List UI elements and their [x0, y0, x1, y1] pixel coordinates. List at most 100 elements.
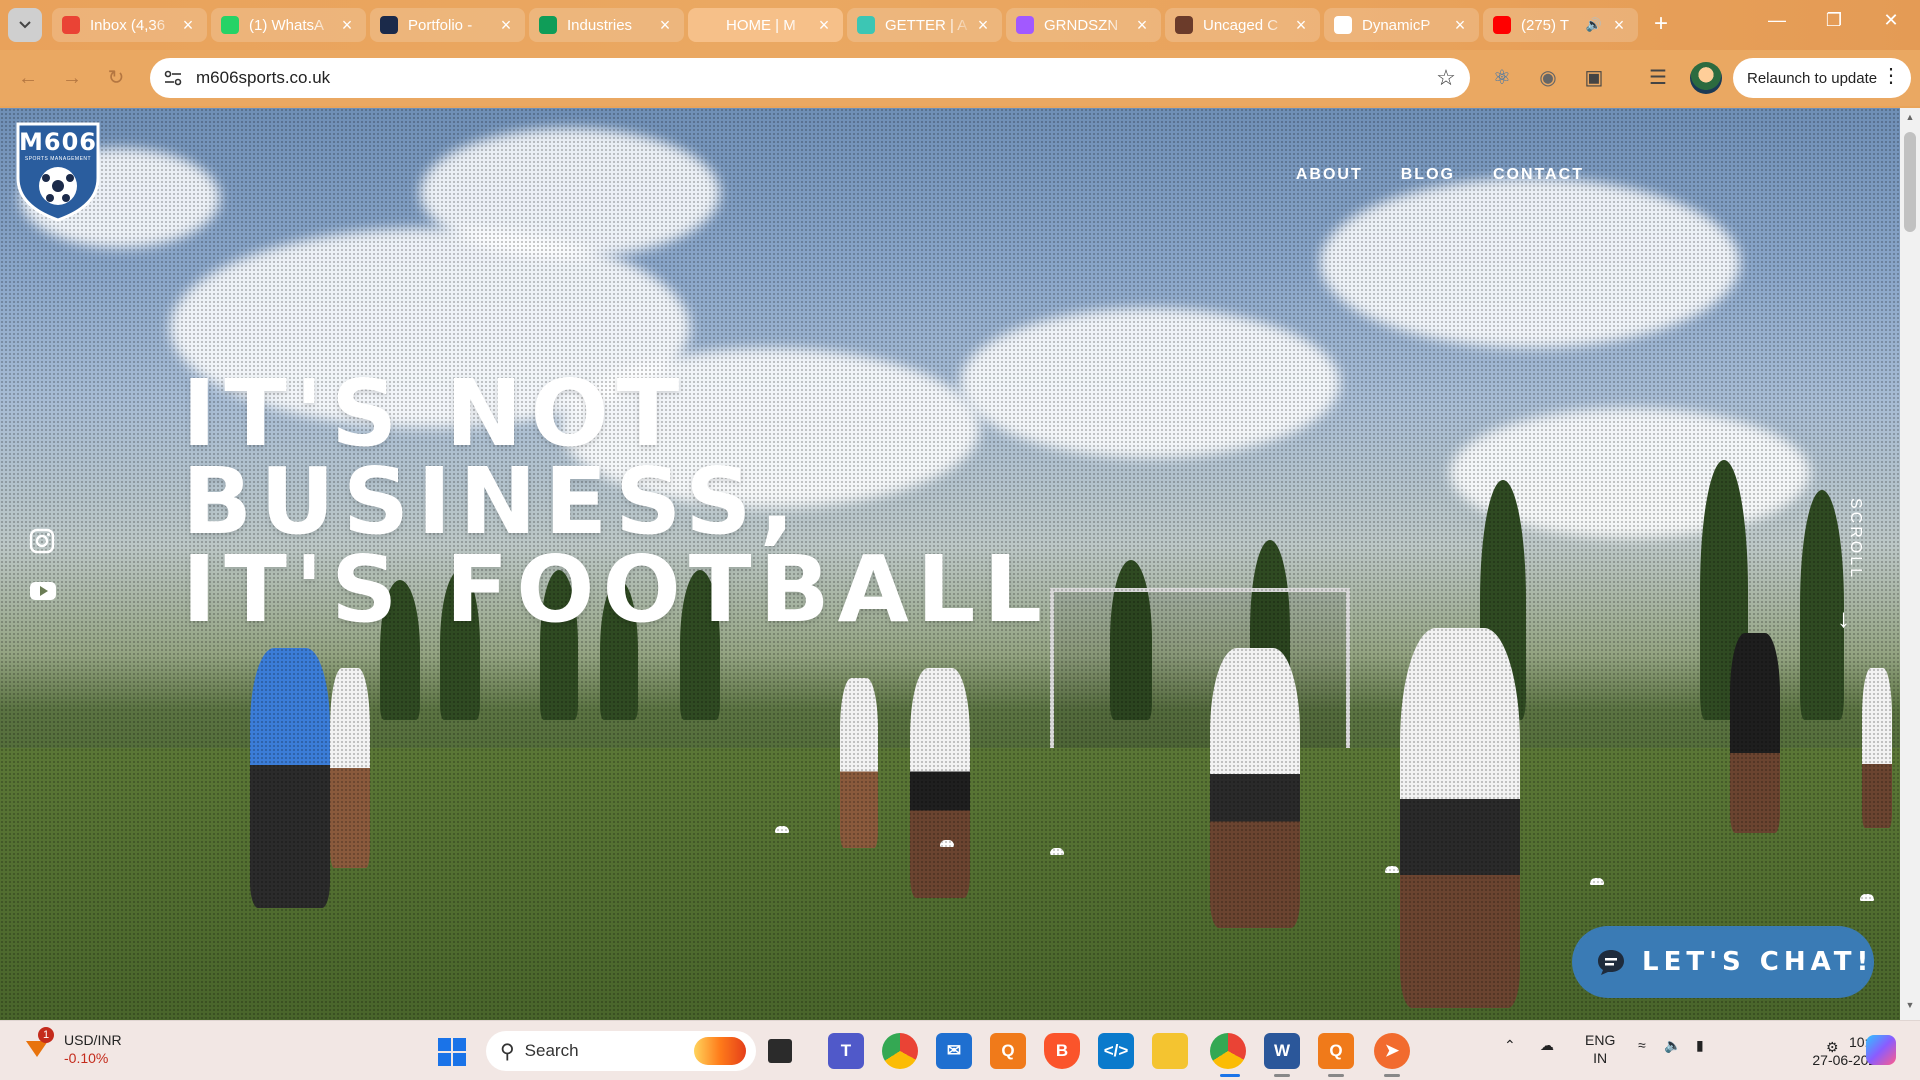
brave-icon[interactable]: B [1044, 1033, 1080, 1069]
browser-tab[interactable]: GRNDSZN × [1006, 8, 1161, 42]
tab-search-button[interactable] [8, 8, 42, 42]
nav-contact[interactable]: CONTACT [1493, 166, 1584, 184]
page-scrollbar[interactable]: ▲ ▼ [1900, 108, 1920, 1020]
nav-about[interactable]: ABOUT [1296, 166, 1363, 184]
tab-close-icon[interactable]: × [1610, 16, 1628, 34]
new-tab-button[interactable]: + [1648, 12, 1674, 38]
site-info-icon[interactable] [158, 63, 188, 93]
notification-bell-icon[interactable]: ⚙ [1826, 1039, 1839, 1056]
battery-icon[interactable]: ▮ [1696, 1037, 1704, 1054]
search-placeholder: Search [524, 1041, 579, 1060]
headline-line-3: IT'S FOOTBALL [182, 536, 1051, 643]
reload-button[interactable]: ↻ [102, 64, 130, 92]
nav-blog[interactable]: BLOG [1401, 166, 1455, 184]
volume-icon[interactable]: 🔈 [1664, 1037, 1681, 1054]
browser-tab-active[interactable]: HOME | M × [688, 8, 843, 42]
tab-close-icon[interactable]: × [1133, 16, 1151, 34]
browser-tab[interactable]: Industries × [529, 8, 684, 42]
taskbar-search[interactable]: ⚲ Search [486, 1031, 756, 1071]
language-indicator[interactable]: ENG IN [1585, 1031, 1615, 1067]
hero-headline: IT'S NOT BUSINESS, IT'S FOOTBALL [182, 360, 1051, 643]
tab-list: Inbox (4,36 × (1) WhatsA × Portfolio - × Indus… [52, 8, 1642, 42]
mail-icon[interactable]: ✉ [936, 1033, 972, 1069]
task-view-icon[interactable] [768, 1039, 792, 1063]
lets-chat-button[interactable]: LET'S CHAT! [1572, 926, 1874, 998]
tab-close-icon[interactable]: × [179, 16, 197, 34]
sheets-icon [539, 16, 557, 34]
wifi-icon[interactable]: ≈ [1638, 1037, 1646, 1053]
more-menu-icon[interactable]: ⋮ [1881, 66, 1901, 86]
running-indicator [1328, 1074, 1344, 1077]
language-code: ENG [1585, 1032, 1616, 1048]
browser-tab[interactable]: GETTER | A × [847, 8, 1002, 42]
bookmark-star-icon[interactable]: ☆ [1428, 60, 1464, 96]
teams-icon[interactable]: T [828, 1033, 864, 1069]
address-bar[interactable]: m606sports.co.uk ☆ [150, 58, 1470, 98]
tab-close-icon[interactable]: × [338, 16, 356, 34]
app-q-icon[interactable]: Q [990, 1033, 1026, 1069]
browser-tab[interactable]: Inbox (4,36 × [52, 8, 207, 42]
youtube-icon [1493, 16, 1511, 34]
chrome-active-icon[interactable] [1210, 1033, 1246, 1069]
profile-avatar[interactable] [1690, 62, 1722, 94]
tray-overflow-icon[interactable]: ⌃ [1504, 1037, 1516, 1054]
site-logo[interactable]: M606 SPORTS MANAGEMENT [14, 118, 102, 222]
instagram-icon[interactable] [29, 528, 55, 554]
copilot-icon[interactable] [1866, 1035, 1896, 1065]
arrow-down-icon[interactable]: ↓ [1837, 603, 1850, 634]
close-window-icon[interactable]: ✕ [1876, 10, 1906, 31]
logo-subtext: SPORTS MANAGEMENT [24, 156, 92, 162]
active-indicator [1220, 1074, 1240, 1077]
word-icon[interactable]: W [1264, 1033, 1300, 1069]
page-icon [698, 16, 716, 34]
tab-close-icon[interactable]: × [1451, 16, 1469, 34]
file-explorer-icon[interactable] [1152, 1033, 1188, 1069]
windows-start-icon[interactable] [438, 1038, 466, 1066]
browser-toolbar: ← → ↻ m606sports.co.uk ☆ ⚛ ◉ ▣ ☰ Relaunc… [0, 50, 1920, 106]
media-controls-icon[interactable]: ☰ [1644, 64, 1672, 92]
tab-close-icon[interactable]: × [497, 16, 515, 34]
scroll-label: SCROLL [1847, 498, 1864, 581]
browser-tab[interactable]: (275) T 🔊 × [1483, 8, 1638, 42]
minimize-icon[interactable]: — [1762, 10, 1792, 31]
tab-audio-icon[interactable]: 🔊 [1586, 17, 1602, 33]
tab-title: Industries [567, 16, 633, 34]
headline-line-2: BUSINESS, [182, 448, 803, 555]
scroll-down-icon[interactable]: ▼ [1900, 1000, 1920, 1016]
tab-title: GETTER | A [885, 16, 968, 34]
postman-icon[interactable]: ➤ [1374, 1033, 1410, 1069]
site-nav: ABOUT BLOG CONTACT [1296, 166, 1584, 184]
figma-icon [1016, 16, 1034, 34]
relaunch-button[interactable]: Relaunch to update ⋮ [1733, 58, 1911, 98]
relaunch-label: Relaunch to update [1747, 69, 1878, 87]
scrollbar-thumb[interactable] [1904, 132, 1916, 232]
tab-close-icon[interactable]: × [815, 16, 833, 34]
tab-close-icon[interactable]: × [1292, 16, 1310, 34]
weather-icon[interactable]: ☁ [1540, 1037, 1554, 1054]
scroll-up-icon[interactable]: ▲ [1900, 112, 1920, 128]
browser-tab[interactable]: Portfolio - × [370, 8, 525, 42]
browser-tab[interactable]: Uncaged C × [1165, 8, 1320, 42]
tab-close-icon[interactable]: × [974, 16, 992, 34]
react-devtools-icon[interactable]: ⚛ [1488, 64, 1516, 92]
browser-tab[interactable]: DynamicP × [1324, 8, 1479, 42]
region-code: IN [1593, 1050, 1608, 1066]
currency-widget[interactable]: 1 USD/INR -0.10% [20, 1027, 122, 1066]
chrome-icon[interactable] [882, 1033, 918, 1069]
whatsapp-icon [221, 16, 239, 34]
widget-change: -0.10% [64, 1050, 109, 1066]
app-q2-icon[interactable]: Q [1318, 1033, 1354, 1069]
extensions-puzzle-icon[interactable]: ▣ [1580, 64, 1608, 92]
browser-tab[interactable]: (1) WhatsA × [211, 8, 366, 42]
vscode-icon[interactable]: </> [1098, 1033, 1134, 1069]
forward-button[interactable]: → [58, 64, 86, 92]
youtube-icon[interactable] [29, 580, 56, 606]
restore-icon[interactable]: ❐ [1819, 10, 1849, 31]
back-button[interactable]: ← [14, 64, 42, 92]
tab-title: Portfolio - [408, 16, 473, 34]
tab-close-icon[interactable]: × [656, 16, 674, 34]
url-text[interactable]: m606sports.co.uk [196, 68, 1428, 88]
extension-bug-icon[interactable]: ◉ [1534, 64, 1562, 92]
headline-line-1: IT'S NOT [182, 360, 688, 467]
portfolio-icon [380, 16, 398, 34]
